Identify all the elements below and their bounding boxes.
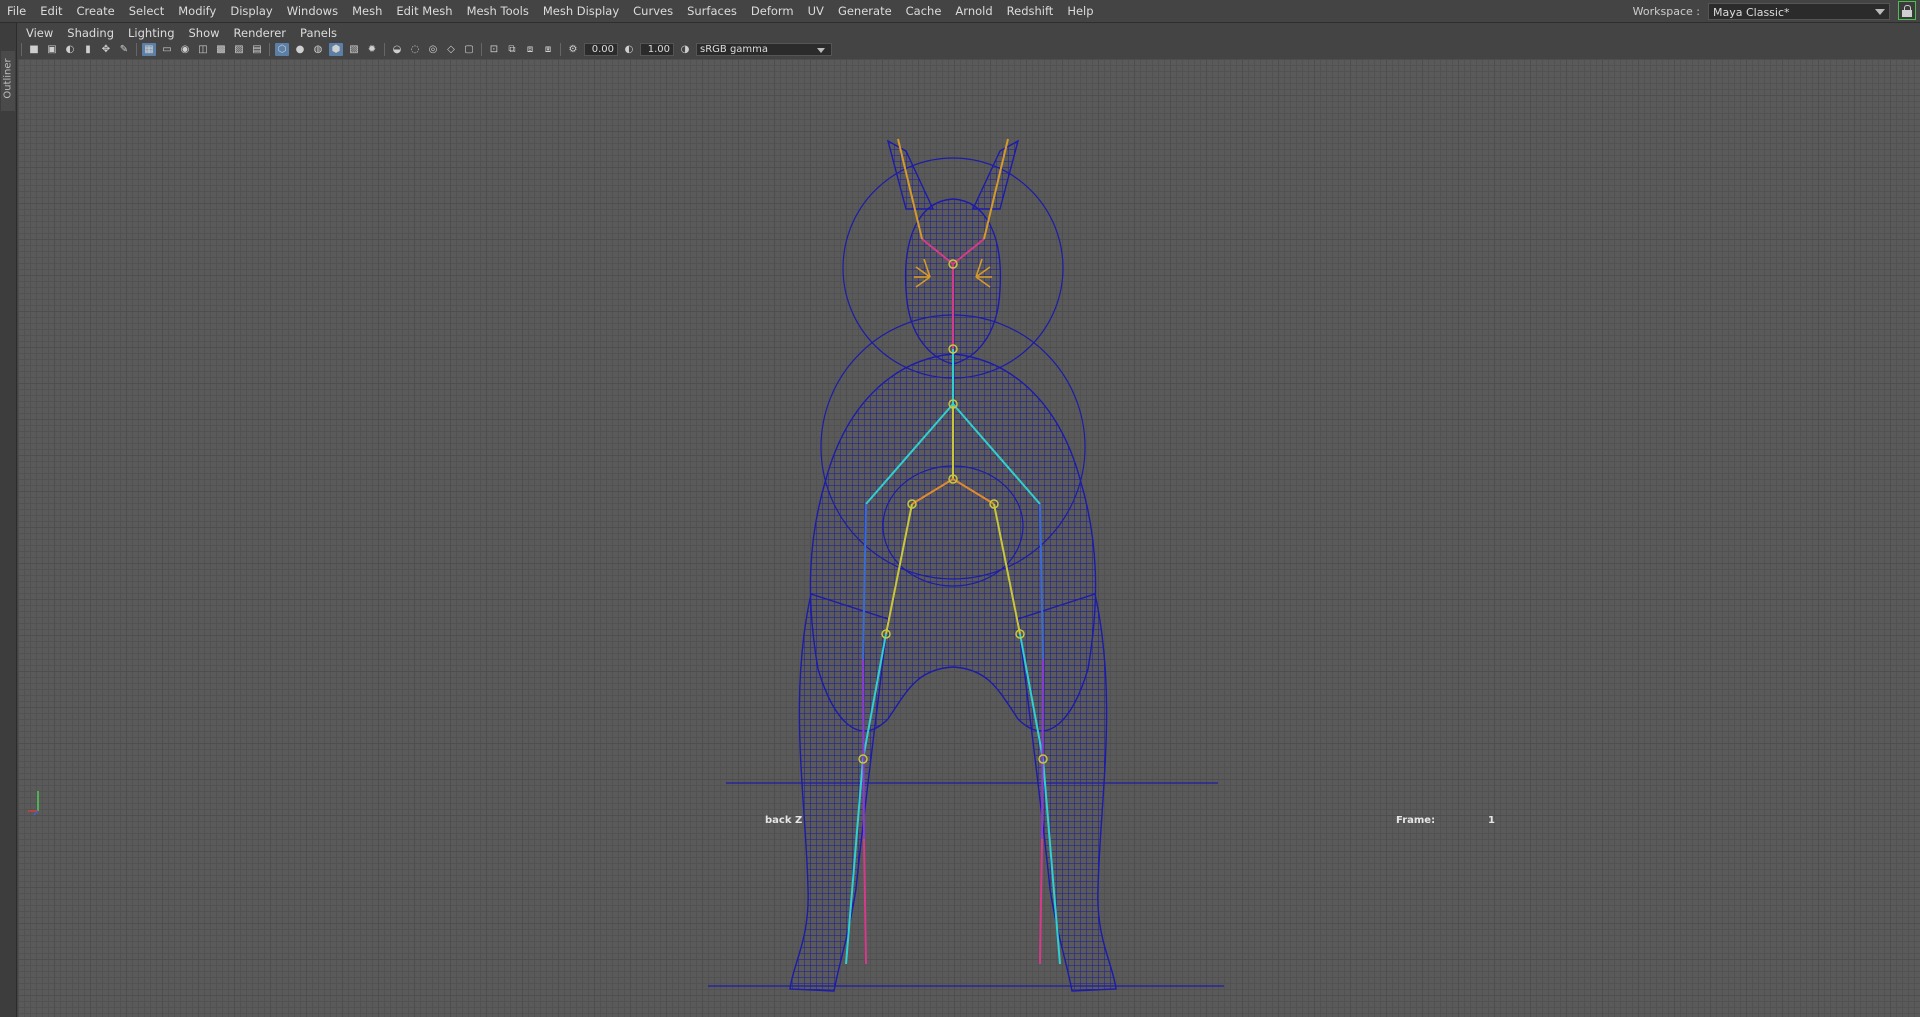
- outliner-dock: Outliner: [0, 23, 17, 1017]
- menu-modify[interactable]: Modify: [171, 0, 223, 22]
- axis-gizmo: [28, 791, 39, 816]
- bookmark-icon[interactable]: ◐: [63, 43, 77, 56]
- grid-icon[interactable]: ▦: [142, 43, 156, 56]
- chevron-down-icon: [1875, 9, 1885, 15]
- exposure-field[interactable]: 0.00: [584, 43, 618, 56]
- anti-aliasing-icon[interactable]: ◇: [444, 43, 458, 56]
- menu-curves[interactable]: Curves: [626, 0, 680, 22]
- menu-mesh[interactable]: Mesh: [345, 0, 389, 22]
- screen-space-ao-icon[interactable]: ◌: [408, 43, 422, 56]
- default-material-icon[interactable]: ◍: [311, 43, 325, 56]
- xray-joints-icon[interactable]: ⧈: [523, 43, 537, 56]
- chevron-down-icon: [817, 48, 825, 53]
- color-management-icon[interactable]: ◑: [678, 43, 692, 56]
- menu-cache[interactable]: Cache: [899, 0, 949, 22]
- toolbar-separator: [269, 43, 270, 56]
- panel-menu-panels[interactable]: Panels: [294, 25, 343, 41]
- safe-action-icon[interactable]: ▨: [232, 43, 246, 56]
- workspace-dropdown[interactable]: Maya Classic*: [1708, 3, 1890, 20]
- menu-display[interactable]: Display: [223, 0, 279, 22]
- motion-blur-icon[interactable]: ◎: [426, 43, 440, 56]
- lights-icon[interactable]: ✹: [365, 43, 379, 56]
- panel-toolbar: ■ ▣ ◐ ▮ ✥ ✎ ▦ ▭ ◉ ◫ ▩ ▨ ▤ ⬡ ● ◍ ⬢ ▧ ✹ ◒ ◌ ◎ ◇ ▢ ⊡ ⧉ ⧈ ⧆ ⚙ 0.00 ◐ 1.00 ◑ s…: [18, 41, 1920, 58]
- panel-menu-renderer[interactable]: Renderer: [228, 25, 293, 41]
- resolution-gate-icon[interactable]: ◉: [178, 43, 192, 56]
- camera-name-label: back Z: [765, 815, 803, 826]
- toolbar-separator: [21, 43, 22, 56]
- depth-of-field-icon[interactable]: ▢: [462, 43, 476, 56]
- image-plane-icon[interactable]: ▮: [81, 43, 95, 56]
- menu-generate[interactable]: Generate: [831, 0, 899, 22]
- toolbar-separator: [384, 43, 385, 56]
- frame-label: Frame:: [1396, 815, 1436, 826]
- menu-uv[interactable]: UV: [801, 0, 831, 22]
- color-space-dropdown[interactable]: sRGB gamma: [696, 43, 832, 56]
- wireframe-icon[interactable]: ⬡: [275, 43, 289, 56]
- menu-edit-mesh[interactable]: Edit Mesh: [389, 0, 459, 22]
- shadows-icon[interactable]: ◒: [390, 43, 404, 56]
- workspace-value: Maya Classic*: [1713, 6, 1790, 19]
- outliner-tab-label: Outliner: [2, 58, 14, 99]
- exposure-icon[interactable]: ⚙: [566, 43, 580, 56]
- dog-rig-wireframe: [708, 138, 1224, 992]
- frame-value: 1: [1488, 815, 1495, 826]
- grease-pencil-icon[interactable]: ✎: [117, 43, 131, 56]
- panel-menubar: View Shading Lighting Show Renderer Panels: [18, 25, 1920, 41]
- gate-mask-icon[interactable]: ◫: [196, 43, 210, 56]
- menu-help[interactable]: Help: [1060, 0, 1100, 22]
- safe-title-icon[interactable]: ▤: [250, 43, 264, 56]
- panel-menu-show[interactable]: Show: [183, 25, 226, 41]
- menu-file[interactable]: File: [0, 0, 33, 22]
- two-d-pan-icon[interactable]: ✥: [99, 43, 113, 56]
- menu-create[interactable]: Create: [70, 0, 122, 22]
- menu-mesh-tools[interactable]: Mesh Tools: [460, 0, 536, 22]
- gamma-icon[interactable]: ◐: [622, 43, 636, 56]
- smooth-shade-icon[interactable]: ●: [293, 43, 307, 56]
- menu-arnold[interactable]: Arnold: [948, 0, 999, 22]
- field-chart-icon[interactable]: ▩: [214, 43, 228, 56]
- menu-select[interactable]: Select: [122, 0, 171, 22]
- film-gate-icon[interactable]: ▭: [160, 43, 174, 56]
- toolbar-separator: [560, 43, 561, 56]
- wireframe-on-shaded-icon[interactable]: ⬢: [329, 43, 343, 56]
- textured-icon[interactable]: ▧: [347, 43, 361, 56]
- gamma-field[interactable]: 1.00: [640, 43, 674, 56]
- isolate-select-icon[interactable]: ⊡: [487, 43, 501, 56]
- xray-icon[interactable]: ⧉: [505, 43, 519, 56]
- menu-windows[interactable]: Windows: [280, 0, 345, 22]
- viewport-3d[interactable]: back Z Frame: 1: [18, 59, 1920, 1017]
- menu-edit[interactable]: Edit: [33, 0, 69, 22]
- workspace-label: Workspace :: [1632, 5, 1700, 18]
- menu-deform[interactable]: Deform: [744, 0, 801, 22]
- lock-workspace-button[interactable]: [1898, 1, 1916, 20]
- xray-active-icon[interactable]: ⧆: [541, 43, 555, 56]
- toolbar-separator: [136, 43, 137, 56]
- panel-menu-lighting[interactable]: Lighting: [122, 25, 180, 41]
- toolbar-separator: [481, 43, 482, 56]
- color-space-value: sRGB gamma: [700, 44, 769, 55]
- panel-menu-view[interactable]: View: [20, 25, 59, 41]
- camera-attributes-icon[interactable]: ▣: [45, 43, 59, 56]
- viewport-panel: View Shading Lighting Show Renderer Panels ■ ▣…: [18, 25, 1920, 1017]
- menu-surfaces[interactable]: Surfaces: [680, 0, 744, 22]
- menu-redshift[interactable]: Redshift: [1000, 0, 1061, 22]
- workspace-selector: Workspace : Maya Classic*: [1633, 3, 1890, 20]
- panel-menu-shading[interactable]: Shading: [61, 25, 120, 41]
- outliner-tab[interactable]: Outliner: [1, 51, 15, 111]
- select-camera-icon[interactable]: ■: [27, 43, 41, 56]
- menu-mesh-display[interactable]: Mesh Display: [536, 0, 626, 22]
